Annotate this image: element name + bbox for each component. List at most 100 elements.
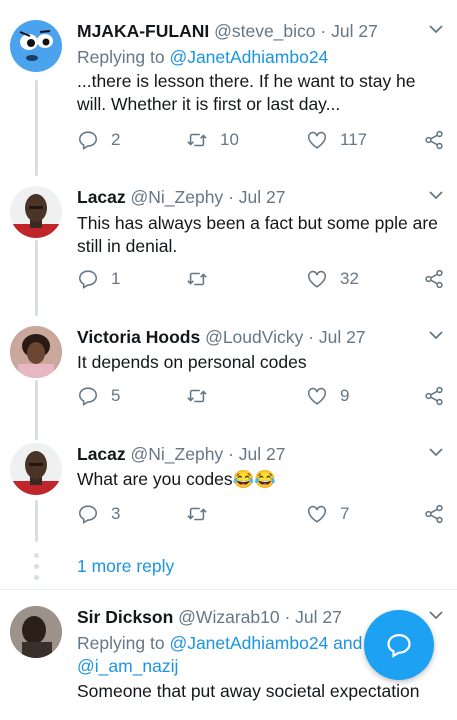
tweet-text: ...there is lesson there. If he want to … xyxy=(77,71,416,114)
display-name[interactable]: Sir Dickson xyxy=(77,607,173,627)
tweet-text: Someone that put away societal expectati… xyxy=(77,681,420,701)
replying-to: Replying to @JanetAdhiambo24 xyxy=(77,46,328,68)
share-icon xyxy=(425,269,443,289)
retweet-icon xyxy=(187,389,207,403)
avatar[interactable] xyxy=(10,326,62,378)
user-handle[interactable]: @LoudVicky xyxy=(205,327,303,347)
tweet-actions: 5 9 xyxy=(0,385,457,409)
display-name[interactable]: Victoria Hoods xyxy=(77,327,200,347)
chevron-down-icon[interactable] xyxy=(429,610,443,620)
replying-to-line2: @i_am_nazij xyxy=(77,655,178,677)
like-button[interactable]: 117 xyxy=(306,129,367,151)
chevron-down-icon[interactable] xyxy=(429,447,443,457)
like-button[interactable]: 7 xyxy=(306,503,349,525)
like-button[interactable]: 32 xyxy=(306,268,359,290)
tweet-text: What are you codes😂😂 xyxy=(77,469,277,489)
tweet-actions: 1 32 xyxy=(0,268,457,292)
like-count: 9 xyxy=(340,386,350,405)
tweet-date[interactable]: Jul 27 xyxy=(239,444,286,464)
user-handle[interactable]: @steve_bico xyxy=(214,21,315,41)
replying-and: and xyxy=(333,633,363,653)
compose-reply-icon xyxy=(387,633,411,658)
reply-icon xyxy=(78,270,98,289)
tweet-header: MJAKA-FULANI @steve_bico · Jul 27 xyxy=(77,20,378,42)
avatar[interactable] xyxy=(10,186,62,238)
mention-link[interactable]: @JanetAdhiambo24 xyxy=(169,633,328,653)
reply-button[interactable]: 3 xyxy=(77,503,120,525)
tweet-date[interactable]: Jul 27 xyxy=(331,21,378,41)
user-handle[interactable]: @Ni_Zephy xyxy=(131,187,224,207)
reply-count: 5 xyxy=(111,386,121,405)
avatar[interactable] xyxy=(10,20,62,72)
separator: · xyxy=(228,187,234,207)
user-handle[interactable]: @Ni_Zephy xyxy=(131,444,224,464)
replying-to-label: Replying to xyxy=(77,47,165,67)
avatar[interactable] xyxy=(10,606,62,658)
like-icon xyxy=(307,131,327,149)
separator: · xyxy=(308,327,314,347)
share-button[interactable] xyxy=(423,268,445,290)
retweet-icon xyxy=(187,272,207,286)
tweet-text: It depends on personal codes xyxy=(77,352,307,372)
share-icon xyxy=(425,130,443,150)
tweet-date[interactable]: Jul 27 xyxy=(319,327,366,347)
like-count: 7 xyxy=(340,504,350,523)
tweet-text: This has always been a fact but some ppl… xyxy=(77,213,438,256)
tweet-date[interactable]: Jul 27 xyxy=(239,187,286,207)
mention-link[interactable]: @JanetAdhiambo24 xyxy=(169,47,328,67)
tweet[interactable]: Lacaz @Ni_Zephy · Jul 27 What are you co… xyxy=(0,443,457,543)
reply-count: 1 xyxy=(111,269,121,288)
reply-count: 2 xyxy=(111,130,121,149)
compose-reply-button[interactable] xyxy=(364,610,434,680)
like-count: 117 xyxy=(340,130,368,149)
reply-icon xyxy=(78,387,98,406)
tweet-actions: 2 10 117 xyxy=(0,129,457,153)
share-button[interactable] xyxy=(423,385,445,407)
share-button[interactable] xyxy=(423,503,445,525)
tweet-actions: 3 7 xyxy=(0,503,457,527)
reply-icon xyxy=(78,131,98,150)
like-count: 32 xyxy=(340,269,359,288)
reply-count: 3 xyxy=(111,504,121,523)
tweet-header: Victoria Hoods @LoudVicky · Jul 27 xyxy=(77,326,366,348)
reply-button[interactable]: 2 xyxy=(77,129,120,151)
avatar[interactable] xyxy=(10,443,62,495)
separator: · xyxy=(320,21,327,41)
retweet-button[interactable] xyxy=(186,503,208,525)
reply-button[interactable]: 1 xyxy=(77,268,120,290)
retweet-button[interactable]: 10 xyxy=(186,129,239,151)
reply-icon xyxy=(78,505,98,524)
like-icon xyxy=(307,505,327,523)
retweet-button[interactable] xyxy=(186,385,208,407)
chevron-down-icon[interactable] xyxy=(429,330,443,340)
mention-link[interactable]: @i_am_nazij xyxy=(77,656,178,676)
like-button[interactable]: 9 xyxy=(306,385,349,407)
retweet-button[interactable] xyxy=(186,268,208,290)
replying-to-label: Replying to xyxy=(77,633,165,653)
retweet-icon xyxy=(187,133,207,147)
divider xyxy=(0,589,457,590)
share-icon xyxy=(425,386,443,406)
display-name[interactable]: Lacaz xyxy=(77,187,126,207)
display-name[interactable]: Lacaz xyxy=(77,444,126,464)
separator: · xyxy=(284,607,291,627)
display-name[interactable]: MJAKA-FULANI xyxy=(77,21,209,41)
tweet[interactable]: Victoria Hoods @LoudVicky · Jul 27 It de… xyxy=(0,326,457,426)
like-icon xyxy=(307,387,327,405)
user-handle[interactable]: @Wizarab10 xyxy=(178,607,279,627)
retweet-count: 10 xyxy=(220,130,239,149)
replying-to: Replying to @JanetAdhiambo24 and xyxy=(77,632,362,654)
more-replies-link[interactable]: 1 more reply xyxy=(77,556,174,577)
share-button[interactable] xyxy=(423,129,445,151)
chevron-down-icon[interactable] xyxy=(429,24,443,34)
tweet-date[interactable]: Jul 27 xyxy=(295,607,342,627)
tweet[interactable]: Lacaz @Ni_Zephy · Jul 27 This has always… xyxy=(0,186,457,306)
like-icon xyxy=(307,270,327,288)
retweet-icon xyxy=(187,507,207,521)
separator: · xyxy=(228,444,234,464)
reply-button[interactable]: 5 xyxy=(77,385,120,407)
share-icon xyxy=(425,504,443,524)
tweet[interactable]: MJAKA-FULANI @steve_bico · Jul 27 Replyi… xyxy=(0,20,457,160)
chevron-down-icon[interactable] xyxy=(429,190,443,200)
tweet-header: Sir Dickson @Wizarab10 · Jul 27 xyxy=(77,606,342,628)
